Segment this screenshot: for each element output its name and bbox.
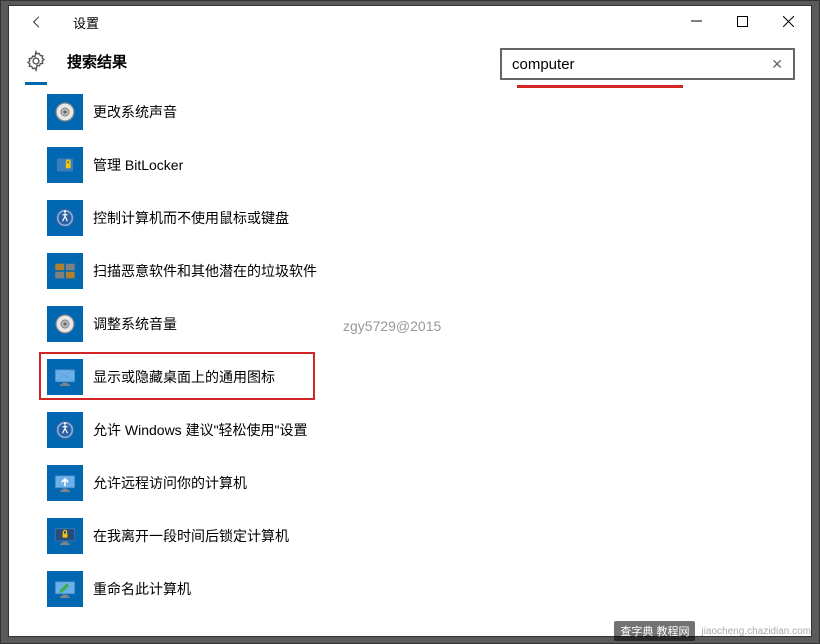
speaker-icon: [47, 306, 83, 342]
result-label: 控制计算机而不使用鼠标或键盘: [93, 208, 289, 228]
result-item[interactable]: 允许 Windows 建议"轻松使用"设置: [47, 410, 447, 450]
result-item[interactable]: 更改系统声音: [47, 92, 447, 132]
clear-search-icon[interactable]: ✕: [767, 56, 787, 73]
defender-icon: [47, 253, 83, 289]
footer-badge: 查字典 教程网: [614, 621, 695, 641]
result-item[interactable]: 显示或隐藏桌面上的通用图标: [47, 357, 447, 397]
speaker-icon: [47, 94, 83, 130]
annotation-underline: [517, 85, 683, 88]
result-label: 调整系统音量: [93, 314, 177, 334]
monitor-icon: [47, 359, 83, 395]
result-item[interactable]: 重命名此计算机: [47, 569, 447, 609]
close-button[interactable]: [765, 6, 811, 36]
minimize-button[interactable]: [673, 6, 719, 36]
result-item[interactable]: 在我离开一段时间后锁定计算机: [47, 516, 447, 556]
watermark-text: zgy5729@2015: [343, 318, 441, 334]
result-label: 在我离开一段时间后锁定计算机: [93, 526, 289, 546]
result-label: 重命名此计算机: [93, 579, 191, 599]
bitlocker-icon: [47, 147, 83, 183]
result-label: 管理 BitLocker: [93, 155, 183, 175]
maximize-button[interactable]: [719, 6, 765, 36]
result-label: 允许远程访问你的计算机: [93, 473, 247, 493]
page-title: 搜索结果: [67, 51, 127, 72]
settings-window: 设置 搜索结果: [8, 5, 812, 637]
search-input[interactable]: [512, 56, 767, 73]
lock-monitor-icon: [47, 518, 83, 554]
footer-url: jiaocheng.chazidian.com: [701, 626, 811, 637]
result-item[interactable]: 管理 BitLocker: [47, 145, 447, 185]
footer-watermark: 查字典 教程网 jiaocheng.chazidian.com: [614, 621, 811, 641]
result-label: 扫描恶意软件和其他潜在的垃圾软件: [93, 261, 317, 281]
result-label: 显示或隐藏桌面上的通用图标: [93, 367, 275, 387]
result-label: 允许 Windows 建议"轻松使用"设置: [93, 420, 308, 440]
result-item[interactable]: 控制计算机而不使用鼠标或键盘: [47, 198, 447, 238]
titlebar: 设置: [9, 6, 811, 38]
results-list: 更改系统声音管理 BitLocker 控制计算机而不使用鼠标或键盘扫描恶意软件和其…: [47, 92, 447, 622]
accessibility-icon: [47, 200, 83, 236]
result-label: 更改系统声音: [93, 102, 177, 122]
rename-monitor-icon: [47, 571, 83, 607]
result-item[interactable]: 扫描恶意软件和其他潜在的垃圾软件: [47, 251, 447, 291]
search-box[interactable]: ✕: [500, 48, 795, 80]
gear-icon: [25, 50, 47, 72]
remote-icon: [47, 465, 83, 501]
result-item[interactable]: 允许远程访问你的计算机: [47, 463, 447, 503]
title-underline: [25, 82, 47, 85]
back-button[interactable]: [21, 6, 53, 38]
accessibility-icon: [47, 412, 83, 448]
window-title: 设置: [73, 13, 99, 32]
